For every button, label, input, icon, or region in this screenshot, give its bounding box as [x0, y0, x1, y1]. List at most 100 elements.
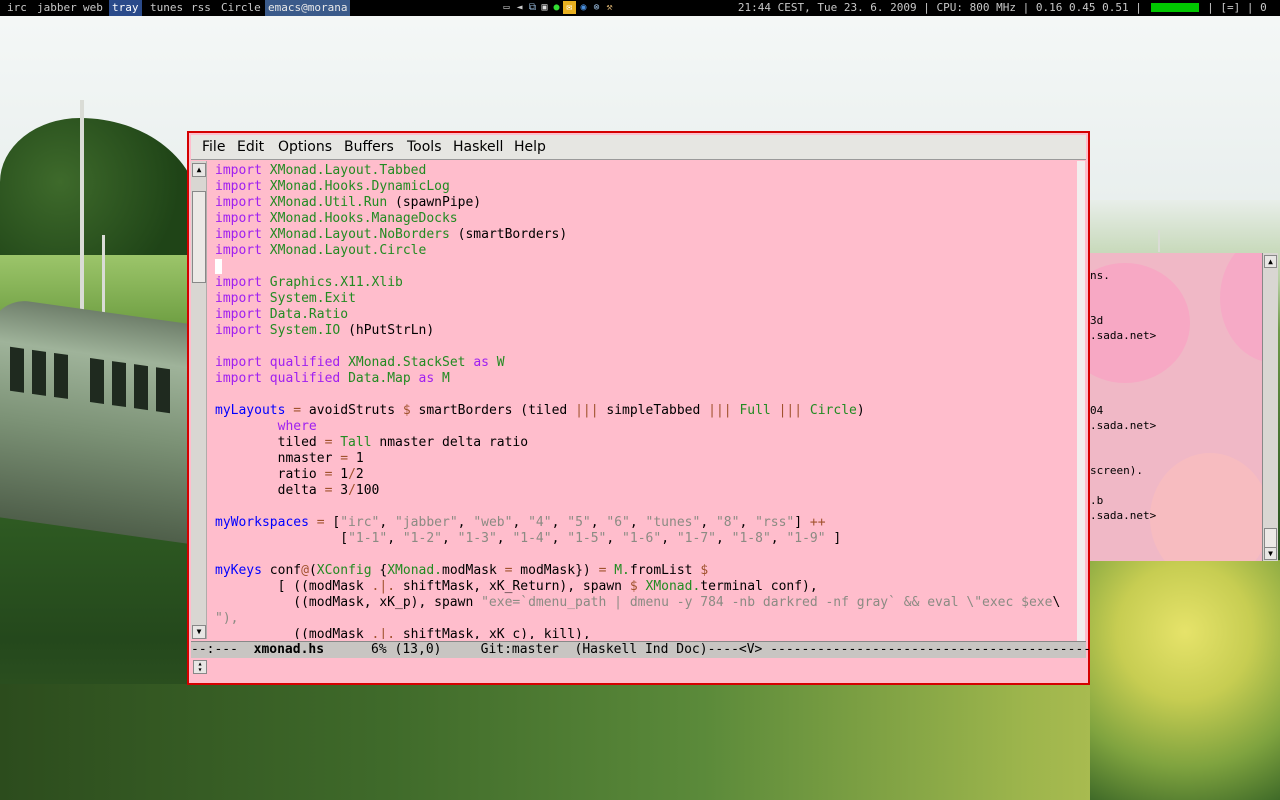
workspace-tunes[interactable]: tunes: [147, 0, 186, 16]
code-line[interactable]: import XMonad.Util.Run (spawnPipe): [215, 195, 1077, 211]
code-line[interactable]: ratio = 1/2: [215, 467, 1077, 483]
window-title: emacs@morana: [265, 0, 351, 16]
emacs-window[interactable]: File Edit Options Buffers Tools Haskell …: [187, 131, 1091, 685]
code-line[interactable]: import Data.Ratio: [215, 307, 1077, 323]
status-bar: irc jabber web tray tunes rss Circle ema…: [0, 0, 1280, 16]
resize-icon[interactable]: ▴ ▾: [193, 660, 207, 674]
workspace-tray[interactable]: tray: [109, 0, 142, 16]
workspace-rss[interactable]: rss: [188, 0, 214, 16]
code-line[interactable]: import XMonad.Layout.NoBorders (smartBor…: [215, 227, 1077, 243]
terminal-output: ns. 3d .sada.net> 04 .sada.net> screen). .…: [1090, 253, 1156, 523]
terminal-line: 3d: [1090, 314, 1104, 327]
wallpaper-train: [0, 295, 190, 545]
code-line[interactable]: [215, 339, 1077, 355]
scrollbar-thumb[interactable]: [1264, 528, 1277, 548]
terminal-line: 04: [1090, 404, 1104, 417]
network-icon[interactable]: ⊗: [590, 1, 603, 14]
system-status: 21:44 CEST, Tue 23. 6. 2009 | CPU: 800 M…: [737, 1, 1267, 14]
code-line[interactable]: [215, 387, 1077, 403]
menu-help[interactable]: Help: [514, 135, 546, 159]
train-window: [10, 346, 24, 393]
code-line[interactable]: ((modMask .|. shiftMask, xK_c), kill),: [215, 627, 1077, 639]
code-line[interactable]: [215, 547, 1077, 563]
scrollbar-thumb[interactable]: [192, 191, 206, 283]
workspace-web[interactable]: web: [80, 0, 106, 16]
arrow-down-icon[interactable]: ▼: [192, 625, 206, 639]
code-line[interactable]: import XMonad.Hooks.DynamicLog: [215, 179, 1077, 195]
code-line[interactable]: myWorkspaces = ["irc", "jabber", "web", …: [215, 515, 1077, 531]
train-window: [54, 352, 68, 399]
buffer-name[interactable]: xmonad.hs: [254, 642, 324, 657]
modeline-prefix: --:---: [191, 642, 254, 657]
terminal-line: ns.: [1090, 269, 1110, 282]
menu-file[interactable]: File: [202, 135, 225, 159]
cpu-meter: [1150, 3, 1199, 12]
code-line[interactable]: where: [215, 419, 1077, 435]
arrow-down-icon[interactable]: ▼: [1264, 547, 1277, 560]
terminal-window[interactable]: ns. 3d .sada.net> 04 .sada.net> screen). .…: [1090, 253, 1262, 561]
train-window: [32, 349, 46, 396]
code-line[interactable]: ((modMask, xK_p), spawn "exe=`dmenu_path…: [215, 595, 1077, 611]
mode-line: --:--- xmonad.hs 6% (13,0) Git:master (H…: [191, 641, 1091, 658]
code-line[interactable]: import System.IO (hPutStrLn): [215, 323, 1077, 339]
menu-buffers[interactable]: Buffers: [344, 135, 394, 159]
editor-scrollbar[interactable]: ▲ ▼: [191, 161, 207, 639]
monitor-icon[interactable]: ▭: [500, 1, 513, 14]
settings-icon[interactable]: ⚒: [603, 1, 616, 14]
code-line[interactable]: import qualified XMonad.StackSet as W: [215, 355, 1077, 371]
code-line[interactable]: import Graphics.X11.Xlib: [215, 275, 1077, 291]
menu-edit[interactable]: Edit: [237, 135, 264, 159]
window-count: 0: [1260, 1, 1267, 14]
code-line[interactable]: myLayouts = avoidStruts $ smartBorders (…: [215, 403, 1077, 419]
workspace-irc[interactable]: irc: [4, 0, 30, 16]
workspace-jabber[interactable]: jabber: [34, 0, 80, 16]
minibuffer[interactable]: ▴ ▾: [191, 658, 1086, 680]
code-line[interactable]: import System.Exit: [215, 291, 1077, 307]
menu-options[interactable]: Options: [278, 135, 332, 159]
code-editor[interactable]: import XMonad.Layout.Tabbed import XMonad…: [215, 163, 1077, 639]
code-line[interactable]: delta = 3/100: [215, 483, 1077, 499]
layout-indicator[interactable]: [=]: [1220, 1, 1240, 14]
arrow-up-icon[interactable]: ▲: [1264, 255, 1277, 268]
workspace-circle[interactable]: Circle: [218, 0, 264, 16]
code-line[interactable]: import XMonad.Hooks.ManageDocks: [215, 211, 1077, 227]
terminal-line: .sada.net>: [1090, 509, 1157, 522]
menu-tools[interactable]: Tools: [407, 135, 442, 159]
code-line[interactable]: import XMonad.Layout.Tabbed: [215, 163, 1077, 179]
terminal-line: .sada.net>: [1090, 329, 1157, 342]
green-circle-icon[interactable]: ●: [550, 1, 563, 14]
code-line[interactable]: [ ((modMask .|. shiftMask, xK_Return), s…: [215, 579, 1077, 595]
wallpaper-heart: [1220, 253, 1262, 363]
arrow-up-icon[interactable]: ▲: [192, 163, 206, 177]
wallpaper-field: [0, 684, 1280, 800]
wallpaper-pole: [80, 100, 84, 320]
code-line[interactable]: [215, 259, 1077, 275]
code-line[interactable]: import qualified Data.Map as M: [215, 371, 1077, 387]
code-line[interactable]: import XMonad.Layout.Circle: [215, 243, 1077, 259]
code-line[interactable]: "),: [215, 611, 1077, 627]
wallpaper-flowers: [1090, 560, 1280, 800]
train-window: [90, 358, 104, 404]
text-cursor: [215, 259, 222, 274]
code-line[interactable]: tiled = Tall nmaster delta ratio: [215, 435, 1077, 451]
code-line[interactable]: ["1-1", "1-2", "1-3", "1-4", "1-5", "1-6…: [215, 531, 1077, 547]
code-line[interactable]: myKeys conf@(XConfig {XMonad.modMask = m…: [215, 563, 1077, 579]
train-window: [134, 364, 148, 411]
code-line[interactable]: nmaster = 1: [215, 451, 1077, 467]
mail-icon[interactable]: ✉: [563, 1, 576, 14]
firefox-icon[interactable]: ◉: [577, 1, 590, 14]
terminal-scrollbar[interactable]: ▲ ▼: [1262, 253, 1278, 561]
terminal-line: .sada.net>: [1090, 419, 1157, 432]
code-line[interactable]: [215, 499, 1077, 515]
speaker-icon[interactable]: ◄: [513, 1, 526, 14]
wallpaper-heart: [1150, 453, 1262, 561]
menu-haskell[interactable]: Haskell: [453, 135, 503, 159]
